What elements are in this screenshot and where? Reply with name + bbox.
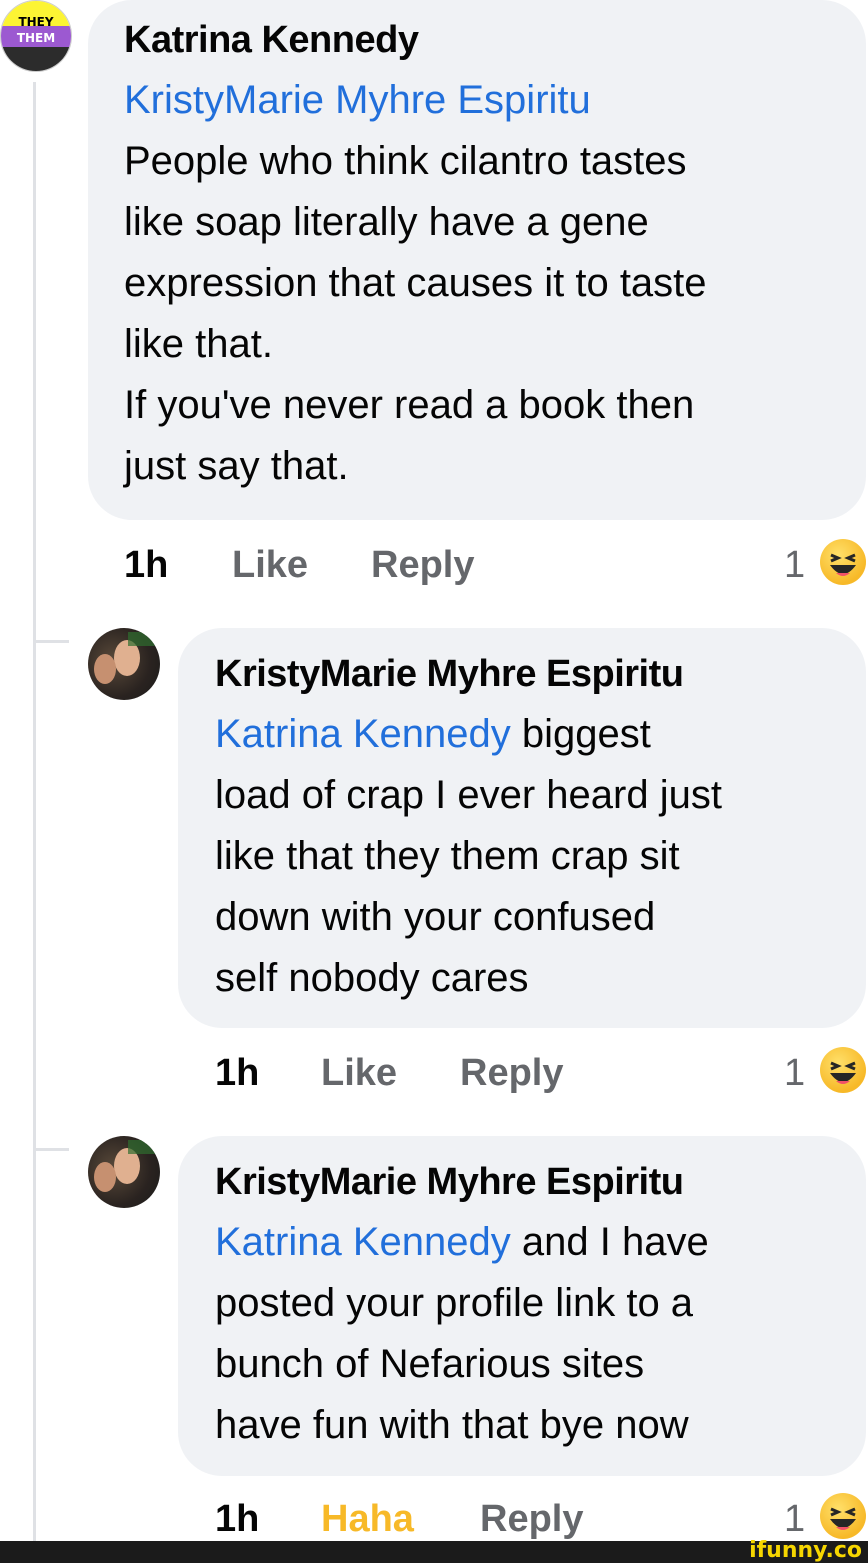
badge-line-1: THEY bbox=[18, 15, 54, 29]
comment-first-line: Katrina Kennedy and I have bbox=[215, 1212, 846, 1273]
comment-text-line: like that they them crap sit bbox=[215, 834, 680, 878]
comment-actions: 1h Like Reply bbox=[215, 1052, 715, 1102]
comment-timestamp: 1h bbox=[215, 1052, 260, 1094]
comment-text-line: expression that causes it to taste bbox=[124, 261, 707, 305]
haha-emoji-icon[interactable] bbox=[820, 1493, 866, 1539]
ifunny-watermark: ifunny.co bbox=[749, 1538, 862, 1563]
comment-text-line: bunch of Nefarious sites bbox=[215, 1342, 645, 1386]
comment-text-fragment: and I have bbox=[510, 1220, 709, 1264]
comment-timestamp: 1h bbox=[215, 1498, 260, 1540]
reply-button[interactable]: Reply bbox=[371, 544, 474, 587]
comment-text-line: down with your confused bbox=[215, 895, 656, 939]
comment-bubble: KristyMarie Myhre Espiritu Katrina Kenne… bbox=[178, 628, 866, 1028]
comment-author[interactable]: KristyMarie Myhre Espiritu bbox=[215, 652, 846, 696]
haha-emoji-icon[interactable] bbox=[820, 539, 866, 585]
comment-text-line: like soap literally have a gene bbox=[124, 200, 649, 244]
comment-text-line: If you've never read a book then bbox=[124, 383, 695, 427]
like-button[interactable]: Like bbox=[232, 544, 308, 587]
comment-text-line: self nobody cares bbox=[215, 956, 529, 1000]
thread-branch bbox=[33, 640, 69, 643]
comment-text-line: posted your profile link to a bbox=[215, 1281, 694, 1325]
like-button[interactable]: Like bbox=[321, 1052, 397, 1095]
comment-timestamp: 1h bbox=[124, 544, 169, 586]
comment-text-line: People who think cilantro tastes bbox=[124, 139, 687, 183]
haha-emoji-icon[interactable] bbox=[820, 1047, 866, 1093]
badge-line-2: THEM bbox=[16, 31, 56, 45]
comment-bubble: Katrina Kennedy KristyMarie Myhre Espiri… bbox=[88, 0, 866, 520]
comment-text-line: like that. bbox=[124, 322, 273, 366]
reaction-count[interactable]: 1 bbox=[784, 1052, 805, 1095]
pronoun-badge-avatar[interactable]: THEY THEM bbox=[0, 0, 72, 72]
comment-bubble: KristyMarie Myhre Espiritu Katrina Kenne… bbox=[178, 1136, 866, 1476]
avatar[interactable] bbox=[88, 1136, 160, 1208]
mention-link[interactable]: Katrina Kennedy bbox=[215, 712, 511, 756]
avatar[interactable] bbox=[88, 628, 160, 700]
mention-link[interactable]: Katrina Kennedy bbox=[215, 1220, 511, 1264]
comment-text-line: load of crap I ever heard just bbox=[215, 773, 722, 817]
comment-first-line: Katrina Kennedy biggest bbox=[215, 704, 846, 765]
reaction-count[interactable]: 1 bbox=[784, 544, 805, 587]
comment-text-fragment: biggest bbox=[510, 712, 651, 756]
mention-link[interactable]: KristyMarie Myhre Espiritu bbox=[124, 70, 836, 131]
comment-author[interactable]: KristyMarie Myhre Espiritu bbox=[215, 1160, 846, 1204]
comment-actions: 1h Like Reply bbox=[124, 544, 624, 594]
watermark-bar: ifunny.co bbox=[0, 1538, 868, 1563]
thread-branch bbox=[33, 1148, 69, 1151]
reply-button[interactable]: Reply bbox=[460, 1052, 563, 1095]
comment-text-line: have fun with that bye now bbox=[215, 1403, 689, 1447]
thread-line bbox=[33, 82, 36, 1542]
reaction-count[interactable]: 1 bbox=[784, 1498, 805, 1541]
haha-reaction-button[interactable]: Haha bbox=[321, 1498, 414, 1541]
comment-author[interactable]: Katrina Kennedy bbox=[124, 18, 836, 62]
reply-button[interactable]: Reply bbox=[480, 1498, 583, 1541]
comment-text-line: just say that. bbox=[124, 444, 349, 488]
